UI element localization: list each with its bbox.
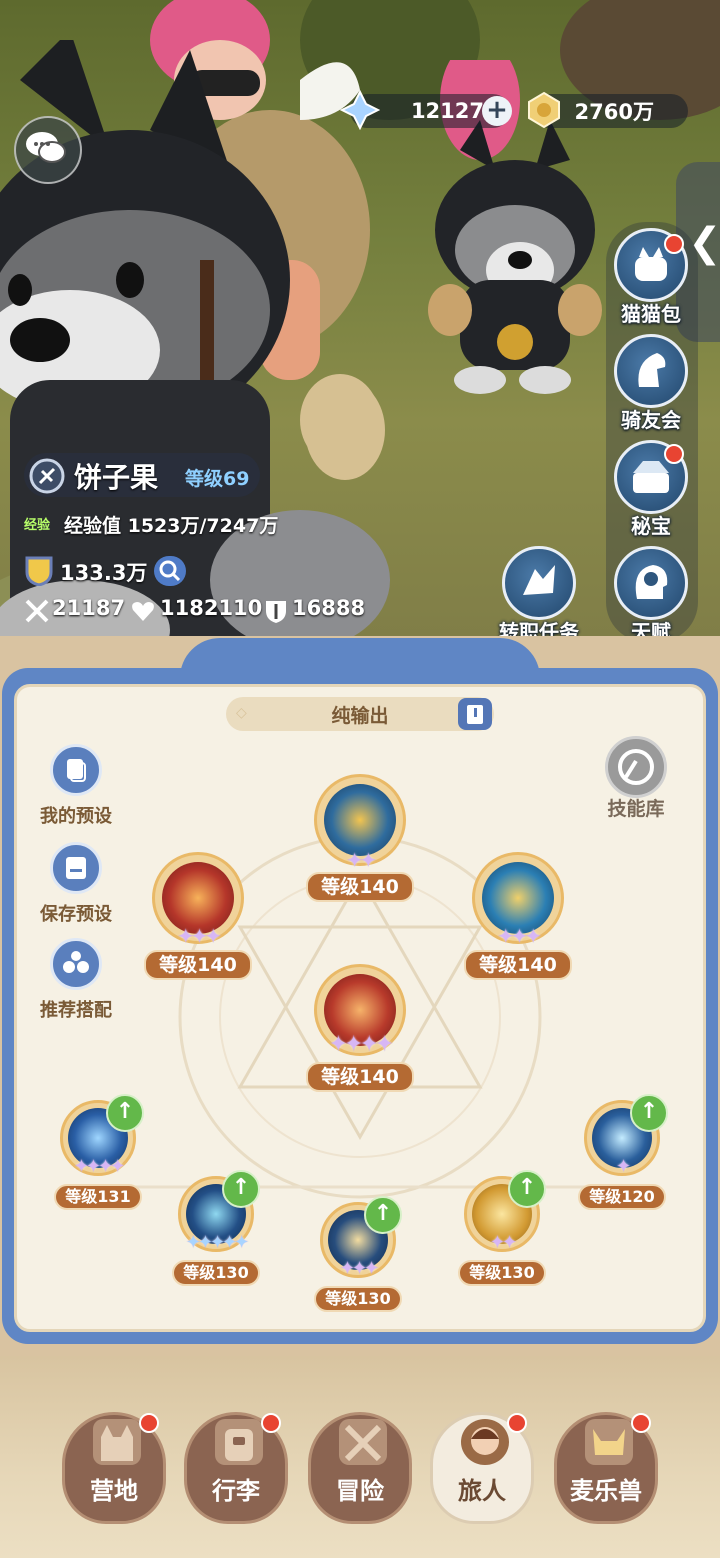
wolf-mount-large	[0, 40, 290, 420]
skill-stars: ✦✦✦	[339, 1258, 379, 1279]
skill-library-icon	[605, 736, 667, 798]
nav-label: 麦乐兽	[570, 1477, 642, 1505]
castle-icon	[93, 1419, 141, 1465]
skill-stars: ✦✦	[489, 1232, 517, 1253]
side-button-treasure[interactable]: 秘宝	[586, 440, 716, 539]
attack-stat: 21187	[52, 596, 126, 620]
skill-stars: ✦✦✦✦✦	[185, 1232, 249, 1253]
magnifier-icon	[159, 560, 181, 582]
book-icon	[467, 705, 483, 724]
left-action-label: 我的预设	[40, 806, 112, 827]
skill-slot-2[interactable]: ✦✦✦ 等级140	[144, 852, 252, 982]
gold-coin-icon	[528, 91, 560, 129]
skill-stars: ✦	[615, 1156, 631, 1177]
diamond-ornament-icon: ◇	[236, 705, 247, 721]
backpack-icon	[215, 1419, 263, 1465]
notification-dot	[631, 1413, 651, 1433]
skill-stars: ✦✦✦✦	[329, 1032, 394, 1057]
cat-face-icon	[585, 1419, 633, 1465]
save-preset-button[interactable]: 保存预设	[28, 842, 124, 926]
upgrade-arrow-icon[interactable]: ↑	[364, 1196, 402, 1234]
skill-level: 等级120	[578, 1184, 666, 1210]
crossed-swords-icon	[25, 599, 49, 623]
job-change-quest-button[interactable]: 转职任务	[474, 546, 604, 645]
upgrade-arrow-icon[interactable]: ↑	[630, 1094, 668, 1132]
side-button-rider-club[interactable]: 骑友会	[586, 334, 716, 433]
nav-camp[interactable]: 营地	[62, 1412, 166, 1524]
save-icon	[50, 842, 102, 894]
skill-stars: ✦✦	[346, 848, 377, 872]
notification-dot	[664, 444, 684, 464]
hp-stat: 1182110	[160, 596, 263, 620]
skill-stars: ✦✦✦✦	[73, 1156, 125, 1177]
add-crystal-button[interactable]: +	[482, 96, 512, 126]
nav-label: 冒险	[336, 1477, 384, 1505]
power-detail-button[interactable]	[154, 556, 186, 586]
chat-button[interactable]	[14, 116, 82, 184]
upgrade-arrow-icon[interactable]: ↑	[106, 1094, 144, 1132]
notification-dot	[261, 1413, 281, 1433]
nav-traveler[interactable]: 旅人	[430, 1412, 534, 1524]
player-level: 等级69	[185, 468, 250, 490]
traveler-avatar-icon	[461, 1419, 509, 1465]
brain-head-icon	[614, 546, 688, 620]
side-button-talent[interactable]: 天赋	[586, 546, 716, 645]
recommend-icon	[50, 938, 102, 990]
my-presets-button[interactable]: 我的预设	[28, 744, 124, 828]
skill-icon	[324, 784, 396, 856]
skill-library-label: 技能库	[607, 798, 665, 820]
player-name: 饼子果	[74, 461, 159, 494]
skill-library-button[interactable]: 技能库	[596, 736, 676, 821]
build-name: 纯输出	[331, 705, 389, 727]
job-change-icon	[502, 546, 576, 620]
left-action-label: 保存预设	[40, 904, 112, 925]
skill-level: 等级130	[314, 1286, 402, 1312]
heart-icon	[132, 602, 154, 621]
side-button-cat-bag[interactable]: 猫猫包	[586, 228, 716, 327]
skill-slot-core[interactable]: ✦✦✦✦ 等级140	[306, 964, 414, 1094]
exp-value: 经验值 1523万/7247万	[64, 515, 279, 537]
skill-level: 等级140	[464, 950, 572, 980]
nav-label: 营地	[90, 1477, 138, 1505]
nav-luggage[interactable]: 行李	[184, 1412, 288, 1524]
skill-slot-3[interactable]: ✦✦✦ 等级140	[464, 852, 572, 982]
nav-label: 旅人	[458, 1477, 506, 1505]
crystal-icon	[340, 90, 380, 130]
build-name-bar[interactable]: 纯输出 ◇	[226, 697, 494, 731]
preset-icon	[50, 744, 102, 796]
nav-adventure[interactable]: 冒险	[308, 1412, 412, 1524]
horse-head-icon	[614, 334, 688, 408]
crossed-swords-icon	[339, 1419, 387, 1465]
crystal-amount: 12127	[410, 99, 484, 123]
upgrade-arrow-icon[interactable]: ↑	[222, 1170, 260, 1208]
left-action-label: 推荐搭配	[40, 1000, 112, 1021]
combat-power: 133.3万	[60, 561, 148, 585]
skill-stars: ✦✦✦	[497, 924, 541, 948]
skill-level: 等级140	[306, 1062, 414, 1092]
defense-shield-icon	[266, 601, 286, 623]
defense-stat: 16888	[292, 596, 366, 620]
skill-level: 等级131	[54, 1184, 142, 1210]
skill-level: 等级130	[458, 1260, 546, 1286]
skill-slot-1[interactable]: ✦✦ 等级140	[306, 774, 414, 904]
chat-bubble-icon	[26, 132, 66, 163]
notification-dot	[139, 1413, 159, 1433]
notification-dot	[507, 1413, 527, 1433]
skill-stars: ✦✦✦	[177, 924, 221, 948]
notification-dot	[664, 234, 684, 254]
nav-label: 行李	[212, 1477, 260, 1505]
class-emblem-icon	[29, 458, 65, 494]
skill-level: 等级130	[172, 1260, 260, 1286]
gold-amount: 2760万	[574, 100, 654, 124]
recommend-build-button[interactable]: 推荐搭配	[28, 938, 124, 1022]
skill-level: 等级140	[306, 872, 414, 902]
build-info-button[interactable]	[458, 698, 492, 730]
exp-tag: 经验	[24, 518, 51, 533]
upgrade-arrow-icon[interactable]: ↑	[508, 1170, 546, 1208]
skill-level: 等级140	[144, 950, 252, 980]
power-shield-icon	[25, 556, 53, 586]
nav-mailer-beast[interactable]: 麦乐兽	[554, 1412, 658, 1524]
